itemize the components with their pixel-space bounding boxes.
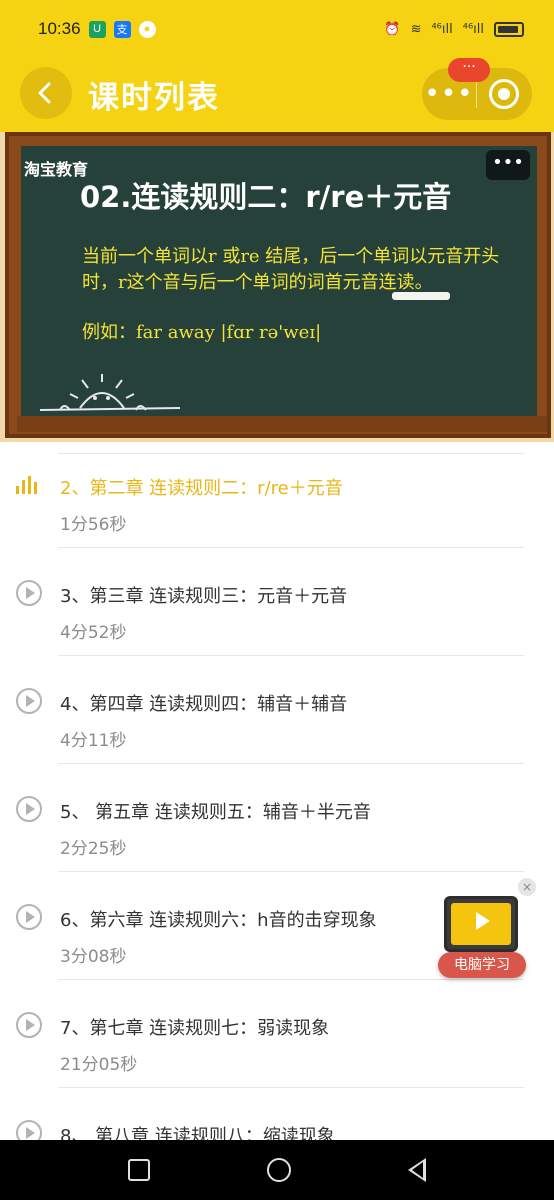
- status-bar-right: ⏰ ≋ ⁴⁶ıll ⁴⁶ıll: [384, 21, 524, 37]
- lesson-duration: 4分52秒: [60, 623, 127, 643]
- lesson-item-5[interactable]: 5、 第五章 连读规则五：辅音＋半元音 2分25秒: [0, 764, 554, 872]
- ellipsis-icon[interactable]: •••: [422, 81, 476, 107]
- lesson-item-7[interactable]: 7、第七章 连读规则七：弱读现象 21分05秒: [0, 980, 554, 1088]
- lesson-duration: 2分25秒: [60, 839, 127, 859]
- system-nav-bar: [0, 1140, 554, 1200]
- notification-badge: ···: [448, 58, 490, 82]
- page-header: 课时列表 ••• ···: [0, 58, 554, 132]
- recents-button[interactable]: [128, 1159, 151, 1181]
- lesson-duration: 21分05秒: [60, 1055, 138, 1075]
- video-example-text: 例如：far away |fɑr rə'weɪ|: [82, 322, 322, 343]
- pc-study-label: 电脑学习: [438, 952, 526, 978]
- chat-bubble-icon: ●: [138, 20, 156, 38]
- sun-doodle-icon: [40, 374, 180, 411]
- lesson-title: 7、第七章 连读规则七：弱读现象: [60, 1018, 330, 1039]
- status-bar-left: 10:36 U 支 ●: [38, 19, 156, 39]
- capsule-close-button[interactable]: [477, 79, 531, 109]
- play-icon: [16, 688, 42, 714]
- video-lesson-heading: 02.连读规则二：r/re＋元音: [80, 180, 452, 214]
- play-icon: [16, 1012, 42, 1038]
- lesson-duration: 3分08秒: [60, 947, 127, 967]
- lesson-title: 6、第六章 连读规则六：h音的击穿现象: [60, 910, 377, 931]
- lesson-item-4[interactable]: 4、第四章 连读规则四：辅音＋辅音 4分11秒: [0, 656, 554, 764]
- play-icon: [16, 796, 42, 822]
- lesson-item-2[interactable]: 2、第二章 连读规则二：r/re＋元音 1分56秒: [0, 440, 554, 548]
- play-icon: [16, 904, 42, 930]
- lesson-item-3[interactable]: 3、第三章 连读规则三：元音＋元音 4分52秒: [0, 548, 554, 656]
- lesson-title: 3、第三章 连读规则三：元音＋元音: [60, 586, 348, 607]
- play-icon: [16, 580, 42, 606]
- signal-icon-2: ⁴⁶ıll: [462, 21, 484, 37]
- status-time: 10:36: [38, 19, 81, 38]
- widget-close-button[interactable]: ×: [518, 878, 536, 896]
- status-bar: 10:36 U 支 ● ⏰ ≋ ⁴⁶ıll ⁴⁶ıll: [0, 0, 554, 58]
- signal-icon: ⁴⁶ıll: [431, 21, 453, 37]
- notification-app-icon: U: [88, 20, 106, 38]
- battery-icon: [494, 21, 524, 37]
- video-more-button[interactable]: •••: [486, 150, 530, 180]
- alipay-icon: 支: [113, 20, 131, 38]
- alarm-icon: ⏰: [384, 21, 401, 37]
- back-button[interactable]: [20, 67, 72, 119]
- wifi-icon: ≋: [410, 21, 422, 37]
- play-icon: [476, 912, 490, 930]
- nav-back-button[interactable]: [407, 1158, 426, 1182]
- lesson-duration: 4分11秒: [60, 731, 127, 751]
- video-rule-text: 当前一个单词以r 或re 结尾，后一个单词以元音开头时，r这个音与后一个单词的词…: [82, 246, 500, 293]
- lesson-duration: 1分56秒: [60, 515, 127, 535]
- lesson-title: 5、 第五章 连读规则五：辅音＋半元音: [60, 802, 371, 823]
- pc-study-widget[interactable]: 电脑学习: [434, 892, 530, 984]
- video-watermark: 淘宝教育: [24, 160, 89, 179]
- page-title: 课时列表: [88, 80, 220, 116]
- lesson-title: 2、第二章 连读规则二：r/re＋元音: [60, 478, 343, 499]
- home-button[interactable]: [266, 1158, 291, 1182]
- chevron-left-icon: [38, 82, 51, 104]
- target-circle-icon: [489, 79, 519, 109]
- lesson-title: 4、第四章 连读规则四：辅音＋辅音: [60, 694, 348, 715]
- now-playing-icon: [16, 472, 42, 498]
